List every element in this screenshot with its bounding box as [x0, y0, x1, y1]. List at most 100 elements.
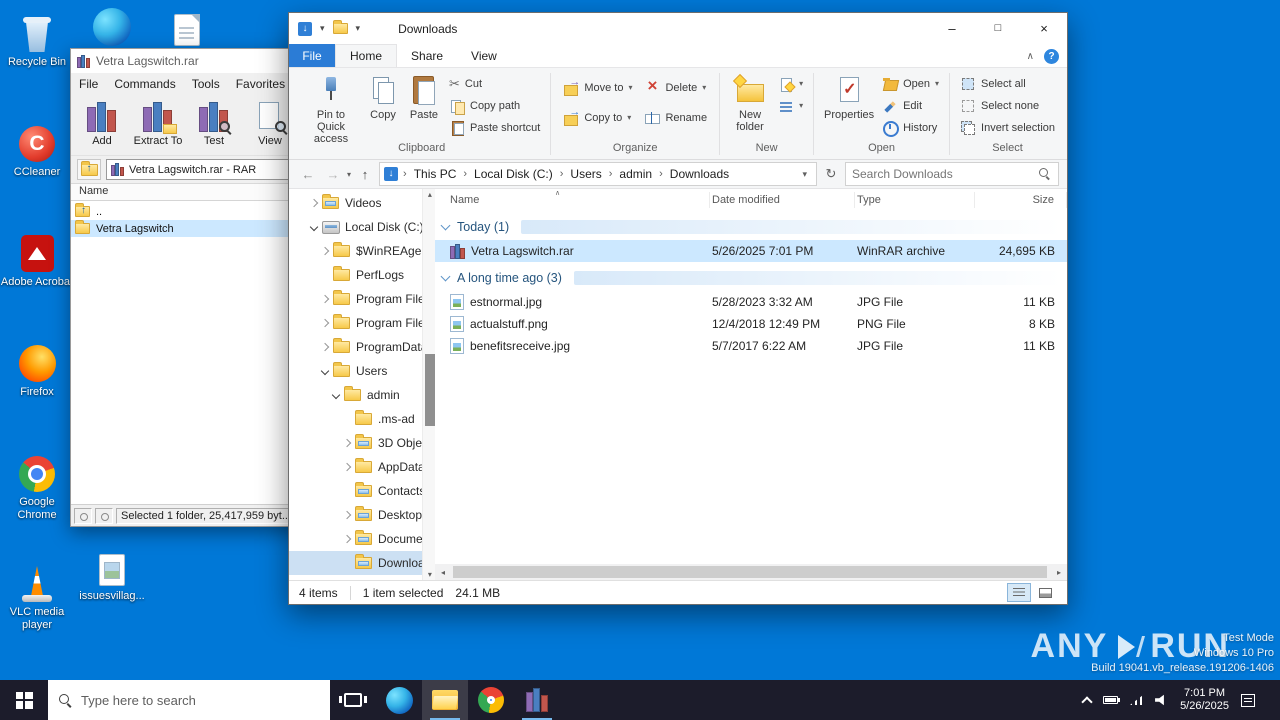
close-button[interactable]: × [1021, 13, 1067, 43]
expander-icon[interactable] [320, 367, 330, 376]
properties-button[interactable]: Properties [820, 71, 878, 121]
file-row[interactable]: benefitsreceive.jpg 5/7/2017 6:22 AM JPG… [435, 335, 1067, 357]
nav-item-programdata[interactable]: ProgramData [289, 335, 422, 359]
address-dropdown-icon[interactable]: ▾ [797, 169, 812, 180]
expander-icon[interactable] [342, 535, 352, 544]
delete-button[interactable]: Delete ▾ [638, 73, 713, 103]
expander-icon[interactable] [342, 439, 352, 448]
help-icon[interactable]: ? [1044, 48, 1059, 64]
nav-item-downloads[interactable]: Downloads [289, 551, 422, 576]
nav-item-ms-ad[interactable]: .ms-ad [289, 407, 422, 431]
qat-customize-chevron-icon[interactable]: ▾ [320, 23, 325, 34]
expander-icon[interactable] [320, 295, 330, 304]
expander-icon[interactable] [342, 463, 352, 472]
winrar-test-button[interactable]: Test [187, 96, 241, 154]
taskbar-explorer-button[interactable] [422, 680, 468, 720]
scroll-left-icon[interactable]: ◂ [435, 568, 451, 577]
taskbar-search-input[interactable] [81, 692, 320, 708]
desktop-icon-vlc[interactable]: VLC media player [0, 558, 74, 632]
search-box[interactable] [845, 162, 1059, 187]
expander-icon[interactable] [309, 199, 319, 208]
qat-folder-icon[interactable] [332, 20, 348, 35]
winrar-menu-commands[interactable]: Commands [106, 77, 183, 91]
nav-item-documents[interactable]: Documents [289, 527, 422, 551]
move-to-button[interactable]: Move to ▾ [557, 73, 638, 103]
pin-to-quick-access-button[interactable]: Pin to Quick access [299, 71, 363, 145]
nav-item-winreagent[interactable]: $WinREAgent [289, 239, 422, 263]
forward-button[interactable]: → [322, 167, 344, 182]
column-header-size[interactable]: Size [975, 192, 1067, 209]
taskbar-winrar-button[interactable] [514, 680, 560, 720]
desktop-icon-text-document[interactable] [150, 2, 224, 46]
up-button[interactable]: ↑ [354, 167, 376, 182]
desktop-icon-firefox[interactable]: Firefox [0, 338, 74, 399]
rename-button[interactable]: Rename [638, 103, 713, 133]
copy-button[interactable]: Copy [363, 71, 403, 121]
taskbar-chrome-button[interactable] [468, 680, 514, 720]
desktop-icon-issuesvillag[interactable]: issuesvillag... [75, 542, 149, 603]
desktop-icon-adobe-acrobat[interactable]: Adobe Acrobat [0, 228, 74, 289]
copy-to-button[interactable]: Copy to ▾ [557, 103, 638, 133]
explorer-titlebar[interactable]: ▾ ▾ Downloads – □ × [289, 13, 1067, 45]
breadcrumb-item[interactable]: admin [617, 167, 654, 181]
scroll-right-icon[interactable]: ▸ [1051, 568, 1067, 577]
column-header-name[interactable]: Name ∧ [435, 190, 710, 209]
paste-button[interactable]: Paste [403, 71, 445, 121]
desktop-icon-edge[interactable] [75, 2, 149, 46]
expander-icon[interactable] [309, 223, 319, 232]
large-icons-view-button[interactable] [1033, 583, 1057, 602]
expander-icon[interactable] [320, 343, 330, 352]
expander-icon[interactable] [320, 319, 330, 328]
nav-item-appdata[interactable]: AppData [289, 455, 422, 479]
select-all-button[interactable]: Select all [956, 73, 1059, 95]
winrar-menu-file[interactable]: File [71, 77, 106, 91]
refresh-icon[interactable]: ↻ [820, 166, 842, 182]
nav-item-users[interactable]: Users [289, 359, 422, 383]
edit-button[interactable]: Edit [878, 95, 943, 117]
file-row[interactable]: Vetra Lagswitch.rar 5/26/2025 7:01 PM Wi… [435, 240, 1067, 263]
nav-item-program-files-x86[interactable]: Program Files [289, 311, 422, 335]
copy-path-button[interactable]: Copy path [445, 95, 544, 117]
qat-dropdown-icon[interactable]: ▾ [356, 23, 361, 34]
breadcrumb-item[interactable]: This PC [412, 167, 459, 181]
start-button[interactable] [0, 680, 48, 720]
expander-icon[interactable] [320, 247, 330, 256]
desktop-icon-google-chrome[interactable]: Google Chrome [0, 448, 74, 522]
easy-access-button[interactable]: ▾ [774, 95, 807, 117]
winrar-up-one-level-button[interactable] [77, 159, 101, 180]
expander-icon[interactable] [342, 511, 352, 520]
winrar-extract-to-button[interactable]: Extract To [131, 96, 185, 154]
nav-item-3d-objects[interactable]: 3D Objects [289, 431, 422, 455]
winrar-add-button[interactable]: Add [75, 96, 129, 154]
scrollbar-thumb[interactable] [424, 354, 435, 427]
tab-view[interactable]: View [457, 44, 511, 67]
speaker-icon[interactable] [1155, 694, 1164, 706]
scrollbar-thumb[interactable] [453, 566, 1047, 579]
minimize-button[interactable]: – [929, 13, 975, 43]
column-header-date-modified[interactable]: Date modified [710, 192, 855, 209]
breadcrumb-item[interactable]: Local Disk (C:) [472, 167, 555, 181]
maximize-button[interactable]: □ [975, 13, 1021, 43]
taskbar-edge-button[interactable] [376, 680, 422, 720]
tray-overflow-chevron-icon[interactable] [1081, 695, 1093, 708]
tab-home[interactable]: Home [335, 44, 398, 67]
tab-share[interactable]: Share [397, 44, 457, 67]
nav-item-program-files[interactable]: Program Files [289, 287, 422, 311]
taskbar-clock[interactable]: 7:01 PM 5/26/2025 [1180, 687, 1229, 713]
nav-item-perflogs[interactable]: PerfLogs [289, 263, 422, 287]
details-view-button[interactable] [1007, 583, 1031, 603]
scroll-down-icon[interactable]: ▾ [423, 570, 437, 579]
desktop-icon-ccleaner[interactable]: CCleaner [0, 118, 74, 179]
nav-item-local-disk-c[interactable]: Local Disk (C:) [289, 215, 422, 239]
desktop-icon-recycle-bin[interactable]: Recycle Bin [0, 8, 74, 69]
battery-icon[interactable] [1103, 696, 1121, 704]
tab-file[interactable]: File [289, 44, 335, 67]
winrar-menu-favorites[interactable]: Favorites [228, 77, 293, 91]
invert-selection-button[interactable]: Invert selection [956, 117, 1059, 139]
address-bar[interactable]: › This PC › Local Disk (C:) › Users › ad… [379, 162, 817, 187]
new-item-button[interactable]: ▾ [774, 73, 807, 95]
cut-button[interactable]: ✂ Cut [445, 73, 544, 95]
group-header-today[interactable]: Today (1) [435, 214, 1067, 240]
task-view-button[interactable] [330, 680, 376, 720]
nav-item-desktop[interactable]: Desktop [289, 503, 422, 527]
